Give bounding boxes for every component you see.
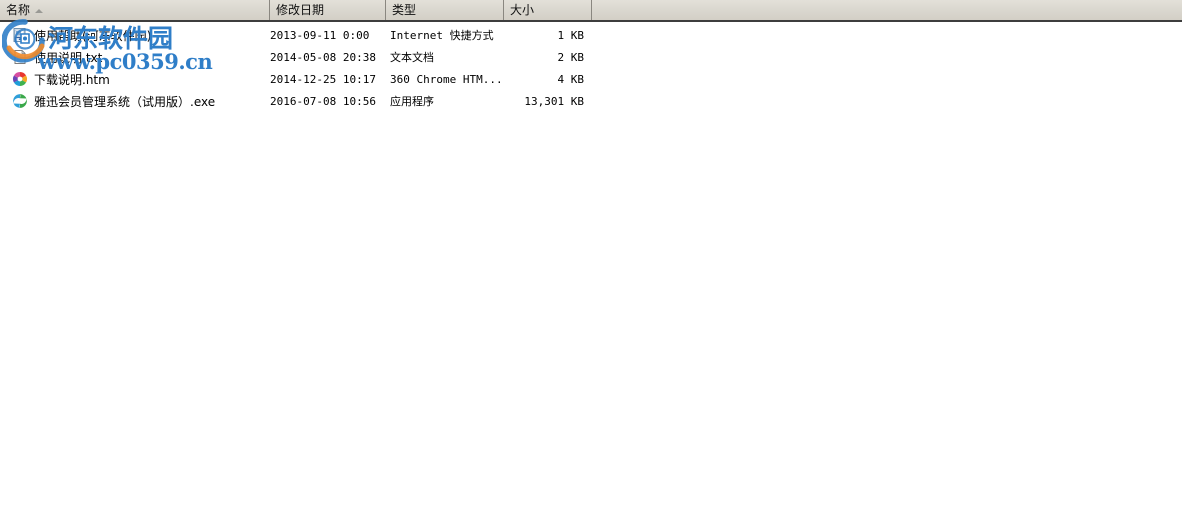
- file-size-cell: 2 KB: [557, 50, 585, 64]
- column-header-date-label: 修改日期: [276, 3, 325, 17]
- file-name-label: 使用帮助(河东软件园): [34, 28, 152, 43]
- file-name-cell[interactable]: 雅迅会员管理系统（试用版）.exe: [0, 90, 270, 112]
- table-row[interactable]: 使用说明.txt 2014-05-08 20:38 文本文档 2 KB: [0, 46, 1182, 68]
- file-type-cell: 文本文档: [390, 51, 434, 64]
- file-name-label: 下载说明.htm: [34, 72, 110, 87]
- file-date-cell: 2014-12-25 10:17: [270, 72, 376, 86]
- internet-shortcut-icon: [12, 27, 28, 43]
- file-date-cell: 2014-05-08 20:38: [270, 50, 376, 64]
- column-header-type-label: 类型: [392, 3, 417, 17]
- table-row[interactable]: 雅迅会员管理系统（试用版）.exe 2016-07-08 10:56 应用程序 …: [0, 90, 1182, 112]
- column-header-size-label: 大小: [510, 3, 535, 17]
- table-row[interactable]: 使用帮助(河东软件园) 2013-09-11 0:00 Internet 快捷方…: [0, 24, 1182, 46]
- application-swirl-icon: [12, 93, 28, 109]
- file-date-cell: 2013-09-11 0:00: [270, 28, 370, 42]
- column-header-bar: 名称 修改日期 类型 大小: [0, 0, 1182, 22]
- file-size-cell: 13,301 KB: [524, 94, 584, 108]
- column-header-name-label: 名称: [6, 3, 31, 17]
- file-size-cell: 4 KB: [557, 72, 585, 86]
- file-name-cell[interactable]: 使用帮助(河东软件园): [0, 24, 270, 46]
- file-name-cell[interactable]: 下载说明.htm: [0, 68, 270, 90]
- text-document-icon: [12, 49, 28, 65]
- chrome-360-icon: [12, 71, 28, 87]
- file-name-label: 使用说明.txt: [34, 50, 103, 65]
- column-header-filler: [592, 0, 1182, 20]
- file-name-label: 雅迅会员管理系统（试用版）.exe: [34, 94, 216, 109]
- file-name-cell[interactable]: 使用说明.txt: [0, 46, 270, 68]
- column-header-size[interactable]: 大小: [504, 0, 592, 20]
- column-header-date[interactable]: 修改日期: [270, 0, 386, 20]
- file-type-cell: 360 Chrome HTM...: [390, 72, 503, 86]
- sort-ascending-icon: [35, 9, 44, 13]
- table-row[interactable]: 下载说明.htm 2014-12-25 10:17 360 Chrome HTM…: [0, 68, 1182, 90]
- file-size-cell: 1 KB: [557, 28, 585, 42]
- file-list: 使用帮助(河东软件园) 2013-09-11 0:00 Internet 快捷方…: [0, 24, 1182, 112]
- column-header-type[interactable]: 类型: [386, 0, 504, 20]
- file-type-cell: Internet 快捷方式: [390, 29, 494, 42]
- file-type-cell: 应用程序: [390, 95, 434, 108]
- file-date-cell: 2016-07-08 10:56: [270, 94, 376, 108]
- column-header-name[interactable]: 名称: [0, 0, 270, 20]
